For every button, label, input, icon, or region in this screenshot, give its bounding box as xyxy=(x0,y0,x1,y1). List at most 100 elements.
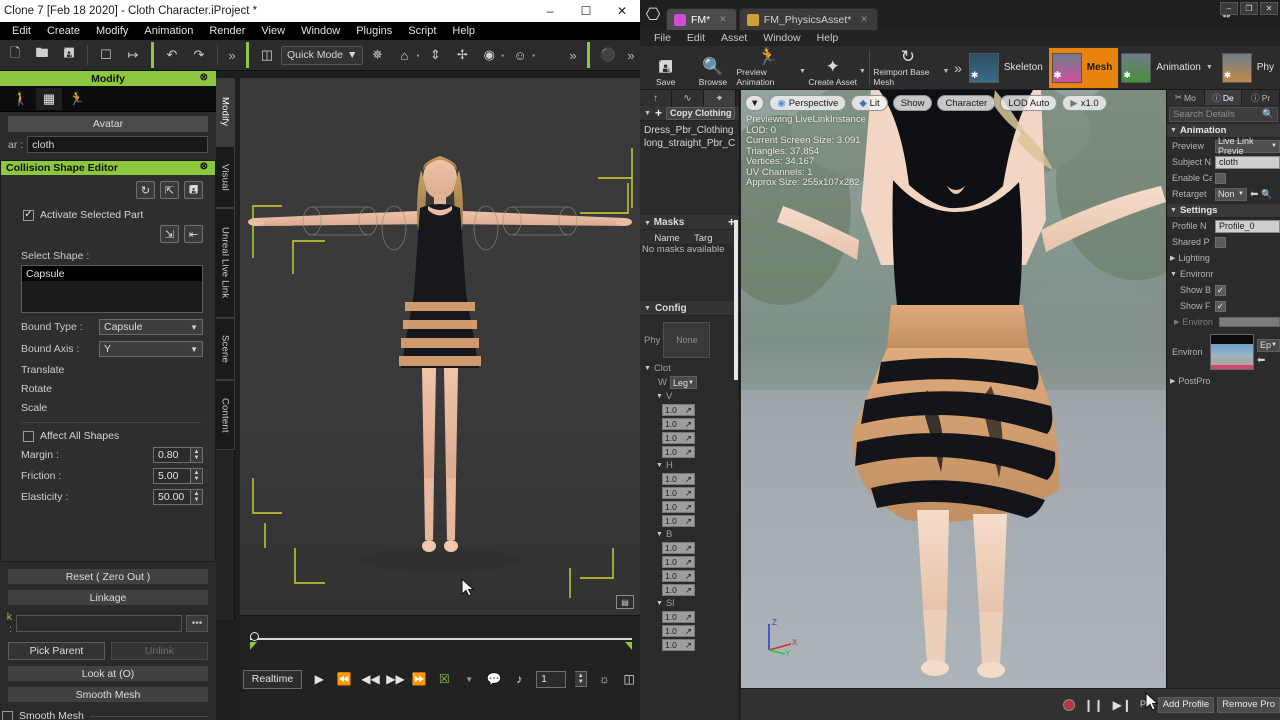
bound-type-select[interactable]: Capsule ▼ xyxy=(99,319,203,335)
home-icon[interactable]: ⌂ xyxy=(391,43,417,67)
menu-render[interactable]: Render xyxy=(201,22,253,40)
value-field[interactable]: 1.0 ↗ xyxy=(662,639,695,651)
reset-arrow-icon[interactable]: ⬅ xyxy=(1250,189,1258,200)
asset-icon[interactable]: ⌖ xyxy=(704,90,736,106)
preview-animation-dropdown[interactable]: ▼ xyxy=(799,68,807,75)
link-browse-button[interactable]: ••• xyxy=(186,614,208,632)
realtime-button[interactable]: Realtime xyxy=(242,669,303,689)
value-field[interactable]: 1.0 ↗ xyxy=(662,487,695,499)
viewport-options-icon[interactable]: ▼ xyxy=(745,95,765,111)
margin-stepper[interactable]: ▲ ▼ xyxy=(191,447,203,463)
value-field[interactable]: 1.0 ↗ xyxy=(662,404,695,416)
layout-icon[interactable]: ◫ xyxy=(254,43,280,67)
browse-icon[interactable]: 🔍 xyxy=(1261,189,1272,200)
motion-icon[interactable]: 🏃 xyxy=(64,88,90,110)
play-icon[interactable]: ▶ xyxy=(311,672,327,686)
remove-profile-button[interactable]: Remove Pro xyxy=(1217,696,1280,713)
reimport-dropdown[interactable]: ▼ xyxy=(942,68,950,75)
config-group-h-header[interactable]: ▼ H xyxy=(640,458,739,471)
lighting-row[interactable]: ▶ Lighting xyxy=(1167,250,1280,266)
show-background-checkbox[interactable]: ✓ xyxy=(1215,284,1226,296)
playback-speed-button[interactable]: ▶ x1.0 xyxy=(1062,95,1107,111)
pause-icon[interactable]: ❙❙ xyxy=(1084,698,1104,712)
list-item[interactable]: Dress_Pbr_Clothing xyxy=(640,123,739,136)
toolbar-overflow-2[interactable]: » xyxy=(564,48,582,63)
render-sphere-icon[interactable]: ⚫ xyxy=(595,43,621,67)
tab-fm[interactable]: FM* ✕ xyxy=(666,8,737,30)
save-icon[interactable]: 🖪 xyxy=(184,181,203,199)
close-icon[interactable]: ⊗ xyxy=(200,72,208,83)
tab-morph[interactable]: ✂ Mo xyxy=(1167,90,1205,105)
light-icon[interactable]: ✵ xyxy=(364,43,390,67)
menu-window[interactable]: Window xyxy=(293,22,348,40)
save-disk-icon[interactable]: 🖪 xyxy=(56,43,82,67)
clothing-section-header[interactable]: ▼ + Copy Clothing xyxy=(640,106,739,121)
value-field[interactable]: 1.0 ↗ xyxy=(662,542,695,554)
record-icon[interactable] xyxy=(1062,698,1075,711)
ue-3d-viewport[interactable]: ▼ ◉ Perspective ◆ Lit Show Character LOD… xyxy=(741,90,1166,688)
sidebar-item-visual[interactable]: Visual xyxy=(216,146,235,208)
reimport-base-mesh-button[interactable]: ↻ Reimport Base Mesh xyxy=(873,47,942,89)
range-icon[interactable]: ☒ xyxy=(436,672,452,686)
sidebar-item-content[interactable]: Content xyxy=(216,380,235,450)
subject-name-input[interactable]: cloth xyxy=(1215,155,1280,169)
preview-eye-icon[interactable]: ☐ xyxy=(93,43,119,67)
frame-number-input[interactable]: 1 xyxy=(536,670,567,688)
ue-menu-edit[interactable]: Edit xyxy=(679,32,713,44)
sidebar-item-scene[interactable]: Scene xyxy=(216,318,235,380)
copy-clothing-button[interactable]: Copy Clothing xyxy=(665,106,736,120)
frame-stepper[interactable]: ▲ ▼ xyxy=(575,671,588,687)
add-shape-icon[interactable]: ⇲ xyxy=(160,225,179,243)
first-frame-icon[interactable]: ⏪ xyxy=(336,672,352,686)
clothing-icon[interactable]: ↑ xyxy=(640,90,672,106)
toolbar-overflow[interactable]: » xyxy=(950,60,966,76)
step-icon[interactable]: ▶❙ xyxy=(1113,698,1132,712)
avatar-name-field[interactable]: cloth xyxy=(27,136,208,153)
redo-icon[interactable]: ↷ xyxy=(186,43,212,67)
create-asset-button[interactable]: ✦ Create Asset xyxy=(807,47,859,89)
pick-parent-button[interactable]: Pick Parent xyxy=(8,642,105,660)
avatar-section-button[interactable]: Avatar xyxy=(8,116,208,132)
config-phys-value[interactable]: None xyxy=(663,322,711,358)
maximize-button[interactable]: ☐ xyxy=(568,0,604,22)
sidebar-item-unreal-live-link[interactable]: Unreal Live Link xyxy=(216,208,235,318)
config-w-select[interactable]: Leg ▼ xyxy=(669,376,697,389)
smooth-mesh-checkbox[interactable] xyxy=(2,710,13,720)
margin-input[interactable]: 0.80 xyxy=(153,447,191,463)
menu-modify[interactable]: Modify xyxy=(88,22,136,40)
tab-fm-physicsasset[interactable]: FM_PhysicsAsset* ✕ xyxy=(738,8,878,30)
refresh-icon[interactable]: ↻ xyxy=(136,181,155,199)
environment-preset-select[interactable]: Ep ▼ xyxy=(1257,338,1280,352)
sidebar-item-modify[interactable]: Modify xyxy=(216,78,235,146)
translate-row[interactable]: Translate xyxy=(1,357,215,376)
timeline-track[interactable] xyxy=(250,638,632,640)
lod-auto-button[interactable]: LOD Auto xyxy=(1000,95,1058,111)
menu-plugins[interactable]: Plugins xyxy=(348,22,400,40)
value-field[interactable]: 1.0 ↗ xyxy=(662,584,695,596)
remove-shape-icon[interactable]: ⇤ xyxy=(184,225,203,243)
browse-button[interactable]: 🔍 Browse xyxy=(689,47,736,89)
bound-axis-select[interactable]: Y ▼ xyxy=(99,341,203,357)
ue-menu-window[interactable]: Window xyxy=(755,32,808,44)
shared-profile-checkbox[interactable] xyxy=(1215,236,1226,248)
reset-zero-out-button[interactable]: Reset ( Zero Out ) xyxy=(8,569,208,584)
value-field[interactable]: 1.0 ↗ xyxy=(662,418,695,430)
close-icon[interactable]: ✕ xyxy=(860,14,868,25)
value-field[interactable]: 1.0 ↗ xyxy=(662,611,695,623)
face-icon[interactable]: ☺ xyxy=(507,43,533,67)
timeline-view-icon[interactable]: ◫ xyxy=(621,672,637,686)
value-field[interactable]: 1.0 ↗ xyxy=(662,473,695,485)
close-icon[interactable]: ⊗ xyxy=(200,161,208,172)
menu-create[interactable]: Create xyxy=(39,22,88,40)
add-profile-button[interactable]: Add Profile xyxy=(1157,696,1215,713)
range-start-marker[interactable] xyxy=(250,642,257,650)
close-icon[interactable]: ✕ xyxy=(719,14,727,25)
comment-icon[interactable]: 💬 xyxy=(486,672,502,686)
link-parent-input[interactable] xyxy=(16,614,182,632)
add-icon[interactable]: + xyxy=(655,106,662,120)
home-dropdown-dot[interactable]: ▪ xyxy=(416,51,419,60)
environment-slider[interactable] xyxy=(1219,317,1280,327)
timeline-playhead[interactable] xyxy=(250,632,259,641)
environment-thumbnail[interactable] xyxy=(1210,334,1254,370)
list-item[interactable]: long_straight_Pbr_C xyxy=(640,136,739,149)
